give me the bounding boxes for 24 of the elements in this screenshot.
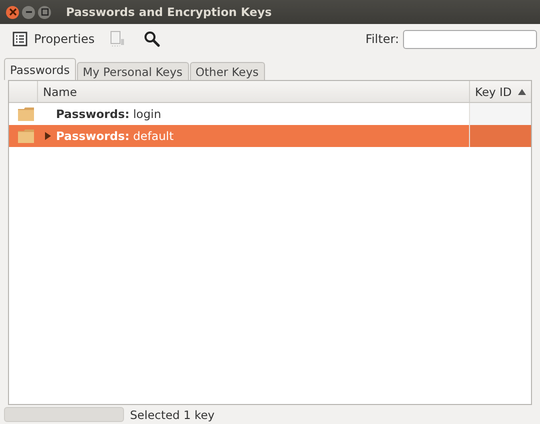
status-text: Selected 1 key bbox=[130, 408, 215, 422]
folder-icon bbox=[17, 106, 35, 122]
tab[interactable]: My Personal Keys bbox=[76, 62, 188, 80]
table-cell: Passwords: default bbox=[56, 129, 174, 143]
minimize-icon bbox=[24, 8, 32, 16]
list-icon bbox=[12, 31, 28, 47]
minimize-button[interactable] bbox=[22, 6, 35, 18]
filter-field[interactable] bbox=[403, 30, 537, 48]
properties-button[interactable]: Properties bbox=[8, 29, 99, 49]
tab[interactable]: Passwords bbox=[4, 58, 76, 80]
close-icon bbox=[8, 8, 16, 16]
column-header[interactable]: Key ID bbox=[470, 81, 531, 102]
table-cell: Passwords: login bbox=[56, 107, 162, 121]
filter-label: Filter: bbox=[365, 32, 399, 46]
table-row[interactable]: Passwords: login bbox=[9, 103, 531, 125]
window-title: Passwords and Encryption Keys bbox=[66, 5, 272, 19]
column-header[interactable]: Name bbox=[38, 81, 470, 102]
tab[interactable]: Other Keys bbox=[190, 62, 265, 80]
expander-icon[interactable] bbox=[45, 132, 51, 140]
maximize-icon bbox=[40, 8, 48, 16]
close-button[interactable] bbox=[6, 6, 19, 18]
maximize-button[interactable] bbox=[38, 6, 51, 18]
search-icon bbox=[142, 30, 161, 48]
folder-icon bbox=[17, 128, 35, 144]
